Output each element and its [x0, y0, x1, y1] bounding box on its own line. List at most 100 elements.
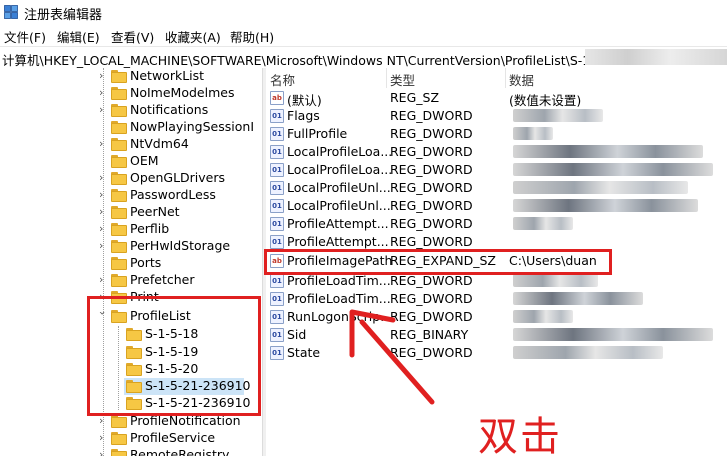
- value-row-localprofileunload-2[interactable]: 01 LocalProfileUnl... REG_DWORD: [266, 197, 727, 215]
- binary-value-icon: 01: [270, 145, 284, 159]
- tree-item-label: OEM: [130, 153, 159, 168]
- value-row-localprofileload-1[interactable]: 01 LocalProfileLoa... REG_DWORD: [266, 143, 727, 161]
- expand-chevron-icon[interactable]: ›: [99, 87, 109, 99]
- tree-item-ports[interactable]: Ports: [0, 255, 262, 272]
- value-row-runlogonscript[interactable]: 01 RunLogonScrip... REG_DWORD: [266, 308, 727, 326]
- folder-icon: [111, 240, 127, 253]
- binary-value-icon: 01: [270, 274, 284, 288]
- tree-item-passwordless[interactable]: › PasswordLess: [0, 187, 262, 204]
- binary-value-icon: 01: [270, 127, 284, 141]
- tree-item-perflib[interactable]: › Perflib: [0, 221, 262, 238]
- value-row-fullprofile[interactable]: 01 FullProfile REG_DWORD: [266, 125, 727, 143]
- folder-icon: [111, 449, 127, 456]
- value-name: ProfileLoadTim...: [287, 291, 391, 306]
- value-name: State: [287, 345, 321, 360]
- tree-item-nowplayingsession[interactable]: NowPlayingSessionI: [0, 119, 262, 136]
- value-row-state[interactable]: 01 State REG_DWORD: [266, 344, 727, 362]
- value-row-profileattempt-1[interactable]: 01 ProfileAttempt... REG_DWORD: [266, 215, 727, 233]
- value-name: ProfileAttempt...: [287, 234, 389, 249]
- expand-chevron-icon[interactable]: ›: [99, 274, 109, 286]
- address-bar[interactable]: 计算机\HKEY_LOCAL_MACHINE\SOFTWARE\Microsof…: [0, 46, 727, 69]
- value-name: LocalProfileLoa...: [287, 162, 393, 177]
- expand-chevron-icon[interactable]: ›: [99, 70, 109, 82]
- value-row-default[interactable]: ab (默认) REG_SZ (数值未设置): [266, 89, 727, 108]
- folder-icon: [111, 274, 127, 287]
- tree-item-label: Perflib: [130, 221, 170, 236]
- column-header-type[interactable]: 类型: [390, 70, 415, 89]
- expand-chevron-icon[interactable]: ›: [99, 240, 109, 252]
- menu-favorites[interactable]: 收藏夹(A): [165, 27, 221, 46]
- binary-value-icon: 01: [270, 235, 284, 249]
- expand-chevron-icon[interactable]: ›: [99, 206, 109, 218]
- value-name: RunLogonScrip...: [287, 309, 393, 324]
- redacted-data: [513, 310, 573, 323]
- folder-icon: [111, 138, 127, 151]
- column-divider[interactable]: [386, 68, 387, 88]
- value-row-sid[interactable]: 01 Sid REG_BINARY: [266, 326, 727, 344]
- expand-chevron-icon[interactable]: ›: [99, 172, 109, 184]
- expand-chevron-icon[interactable]: ›: [99, 415, 109, 427]
- menu-file[interactable]: 文件(F): [4, 27, 46, 46]
- redacted-data: [513, 199, 698, 212]
- value-row-flags[interactable]: 01 Flags REG_DWORD: [266, 107, 727, 125]
- value-type: REG_DWORD: [390, 234, 473, 249]
- expand-chevron-icon[interactable]: ›: [99, 138, 109, 150]
- column-header-name[interactable]: 名称: [270, 70, 295, 89]
- tree-item-label: ProfileService: [130, 430, 216, 445]
- expand-chevron-icon[interactable]: ›: [99, 432, 109, 444]
- folder-icon: [111, 172, 127, 185]
- folder-icon: [111, 415, 127, 428]
- folder-icon: [111, 104, 127, 117]
- value-row-profileloadtime-2[interactable]: 01 ProfileLoadTim... REG_DWORD: [266, 290, 727, 308]
- menu-help[interactable]: 帮助(H): [230, 27, 274, 46]
- menu-edit[interactable]: 编辑(E): [57, 27, 100, 46]
- string-value-icon: ab: [270, 91, 284, 105]
- folder-icon: [111, 206, 127, 219]
- redacted-data: [513, 274, 598, 287]
- tree-item-profileservice[interactable]: › ProfileService: [0, 430, 262, 447]
- double-click-annotation: 双击: [478, 414, 562, 460]
- folder-icon: [111, 257, 127, 270]
- tree-item-label: OpenGLDrivers: [130, 170, 226, 185]
- value-row-localprofileunload-1[interactable]: 01 LocalProfileUnl... REG_DWORD: [266, 179, 727, 197]
- tree-item-prefetcher[interactable]: › Prefetcher: [0, 272, 262, 289]
- binary-value-icon: 01: [270, 328, 284, 342]
- tree-item-ntvdm64[interactable]: › NtVdm64: [0, 136, 262, 153]
- tree-item-label: NowPlayingSessionI: [130, 119, 254, 134]
- column-header-data[interactable]: 数据: [509, 70, 534, 89]
- menu-bar: 文件(F) 编辑(E) 查看(V) 收藏夹(A) 帮助(H): [0, 25, 727, 45]
- redacted-data: [513, 163, 713, 176]
- expand-chevron-icon[interactable]: ›: [99, 449, 109, 457]
- tree-item-networklist[interactable]: › NetworkList: [0, 68, 262, 85]
- tree-item-notifications[interactable]: › Notifications: [0, 102, 262, 119]
- value-name: FullProfile: [287, 126, 348, 141]
- redacted-data: [513, 145, 703, 158]
- tree-item-opengldrivers[interactable]: › OpenGLDrivers: [0, 170, 262, 187]
- registry-editor-icon: [4, 5, 18, 19]
- value-type: REG_DWORD: [390, 108, 473, 123]
- tree-item-oem[interactable]: OEM: [0, 153, 262, 170]
- tree-item-label: Prefetcher: [130, 272, 195, 287]
- value-type: REG_DWORD: [390, 309, 473, 324]
- folder-icon: [111, 121, 127, 134]
- tree-item-label: NtVdm64: [130, 136, 189, 151]
- tree-item-noimemodelmes[interactable]: › NoImeModelmes: [0, 85, 262, 102]
- menu-view[interactable]: 查看(V): [111, 27, 154, 46]
- folder-icon: [111, 70, 127, 83]
- tree-item-perhwidstorage[interactable]: › PerHwIdStorage: [0, 238, 262, 255]
- column-divider[interactable]: [505, 68, 506, 88]
- value-type: REG_DWORD: [390, 291, 473, 306]
- folder-icon: [111, 432, 127, 445]
- expand-chevron-icon[interactable]: ›: [99, 223, 109, 235]
- tree-item-peernet[interactable]: › PeerNet: [0, 204, 262, 221]
- address-redacted: [585, 49, 727, 65]
- expand-chevron-icon[interactable]: ›: [99, 189, 109, 201]
- value-row-localprofileload-2[interactable]: 01 LocalProfileLoa... REG_DWORD: [266, 161, 727, 179]
- folder-icon: [111, 87, 127, 100]
- address-path[interactable]: 计算机\HKEY_LOCAL_MACHINE\SOFTWARE\Microsof…: [2, 50, 623, 69]
- folder-icon: [111, 189, 127, 202]
- redacted-data: [513, 127, 553, 140]
- tree-item-remoteregistry[interactable]: › RemoteRegistry: [0, 447, 262, 456]
- value-name: ProfileAttempt...: [287, 216, 389, 231]
- expand-chevron-icon[interactable]: ›: [99, 104, 109, 116]
